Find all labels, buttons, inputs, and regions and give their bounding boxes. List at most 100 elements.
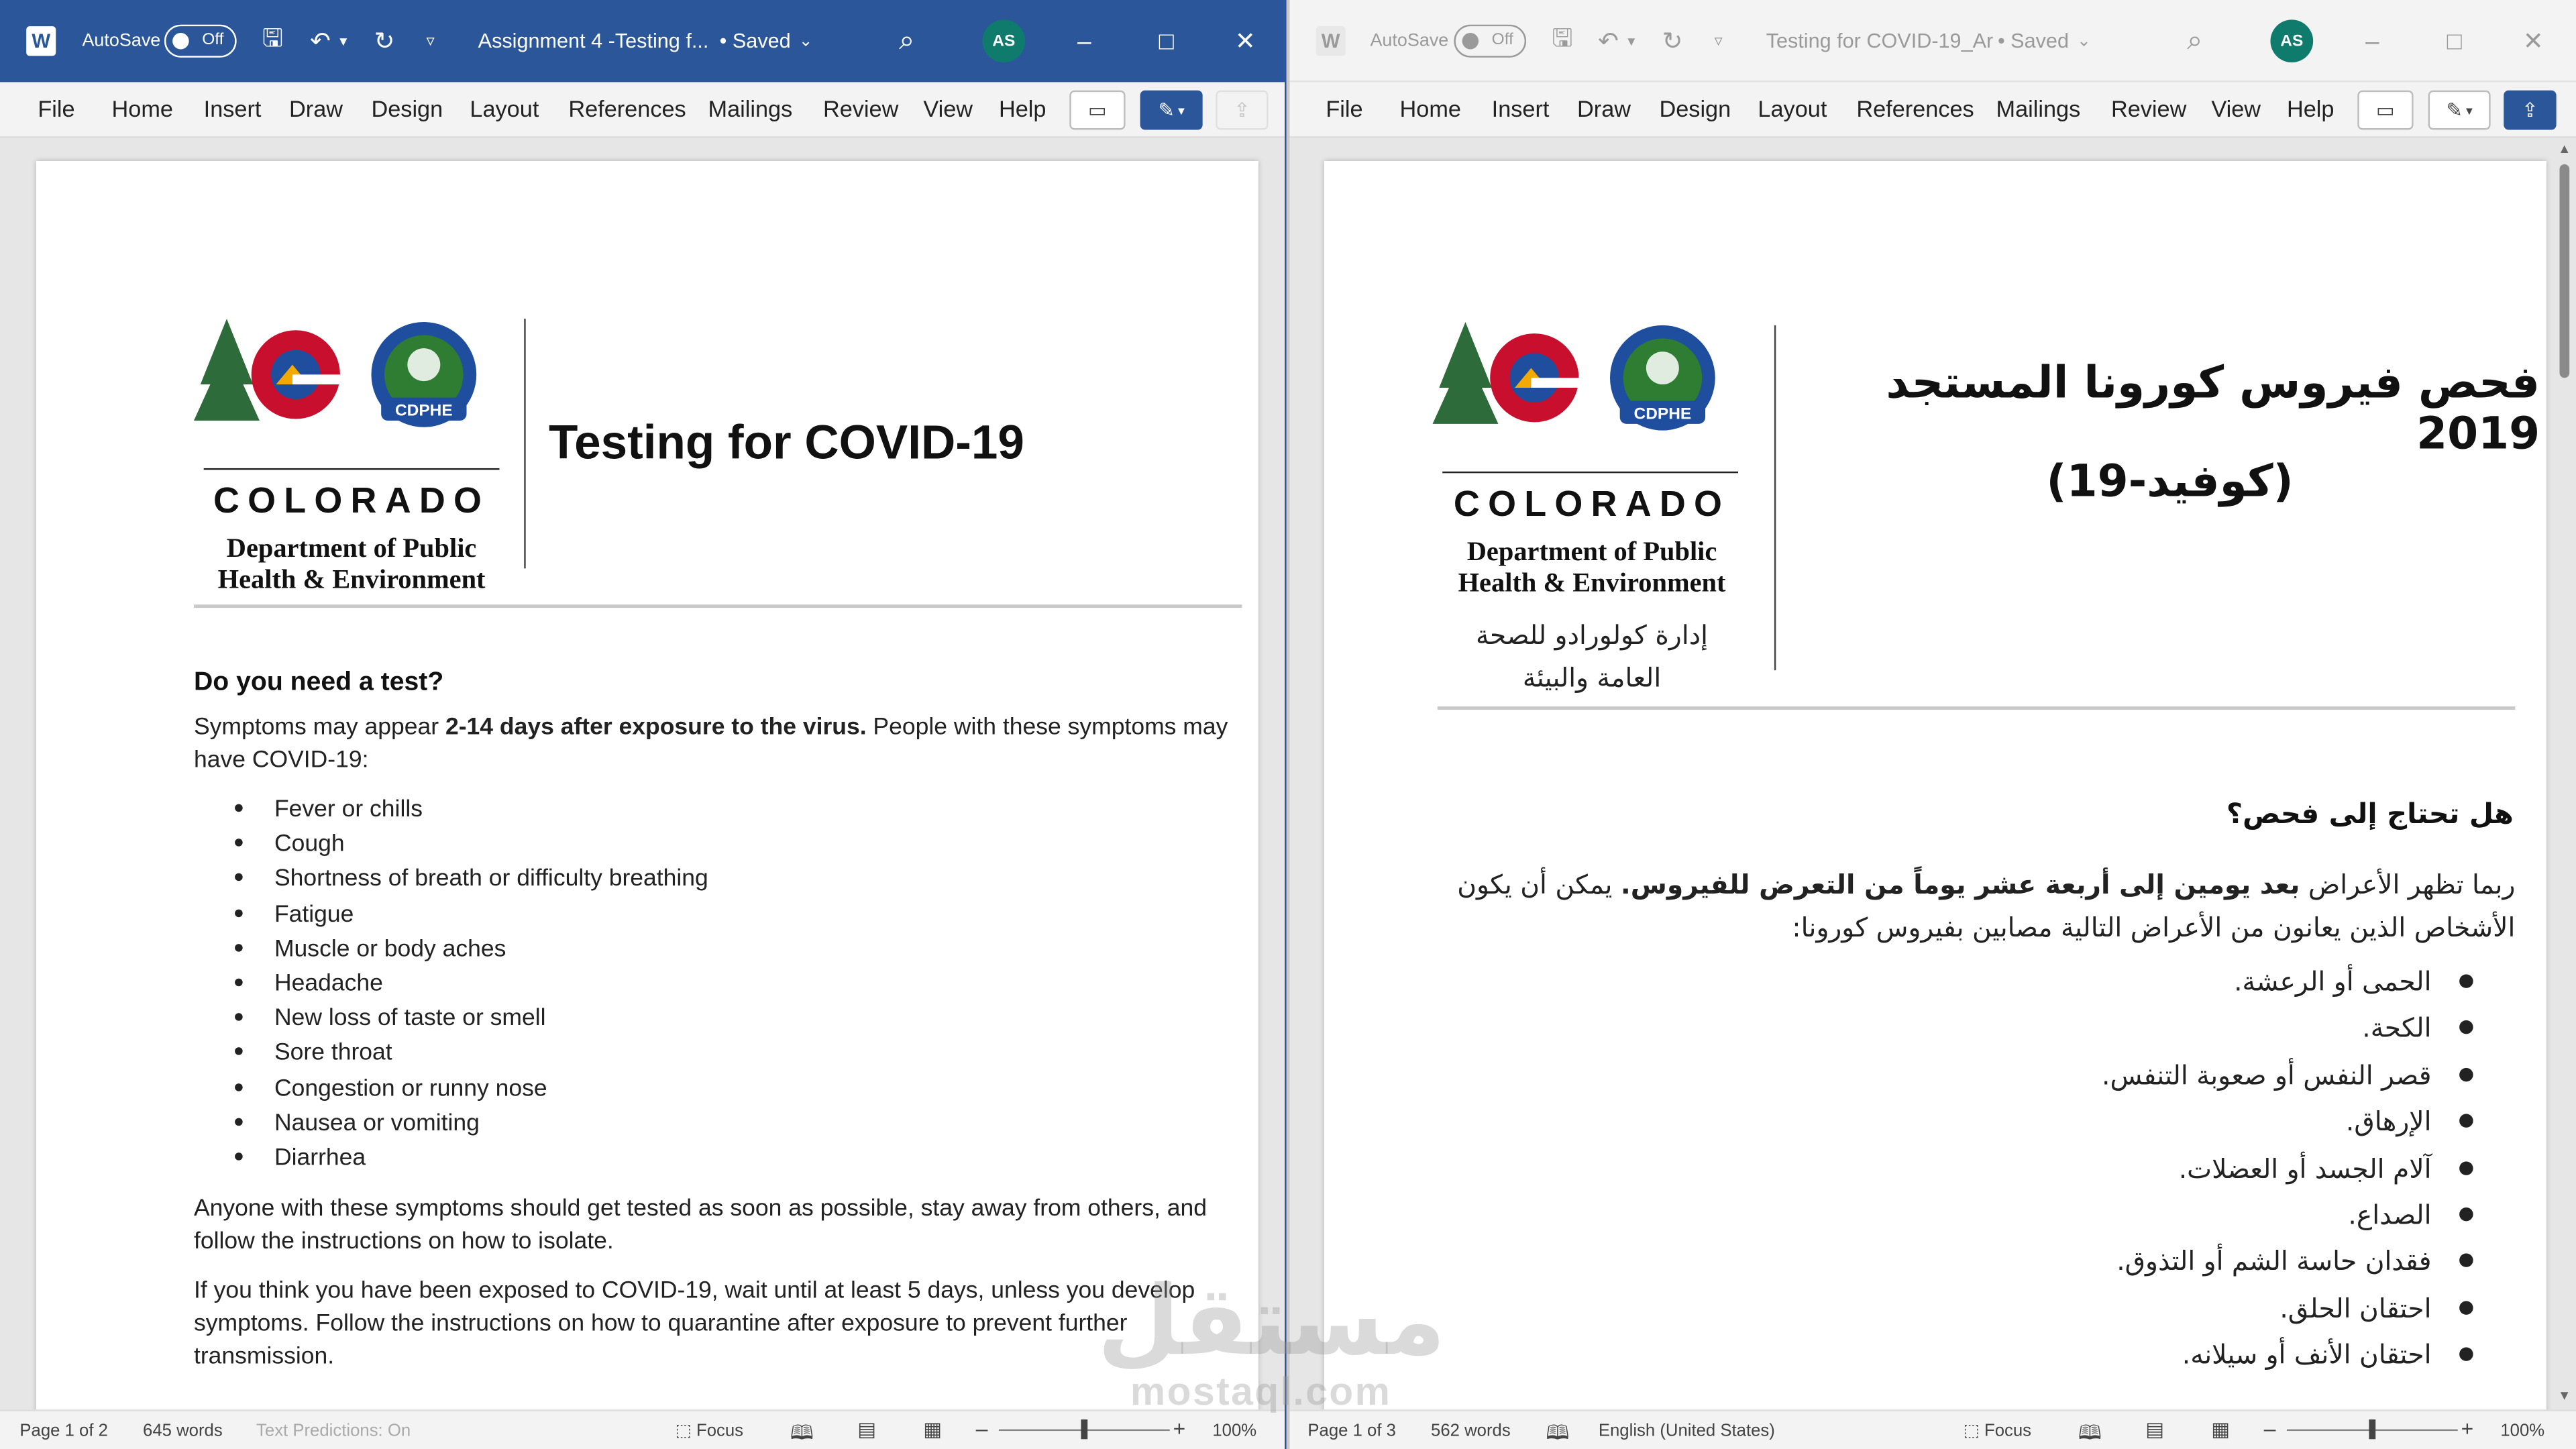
read-mode-icon[interactable]: 🕮 (2078, 1417, 2102, 1449)
dept-line-2: Health & Environment (1458, 566, 1726, 598)
header-divider (1774, 325, 1776, 671)
status-bar: Page 1 of 2 645 words Text Predictions: … (0, 1409, 1285, 1449)
autosave-toggle[interactable]: Off (164, 24, 237, 58)
tab-file[interactable]: File (1326, 95, 1362, 121)
scroll-up-icon[interactable]: ▲ (2558, 142, 2571, 156)
print-layout-icon[interactable]: ▤ (857, 1417, 876, 1440)
share-button[interactable]: ⇪ (1216, 90, 1269, 130)
text-predictions-status[interactable]: Text Predictions: On (256, 1421, 411, 1440)
redo-icon[interactable]: ↻ (1656, 26, 1689, 56)
save-status[interactable]: • Saved (1998, 30, 2069, 52)
tab-review[interactable]: Review (2111, 95, 2186, 121)
tab-references[interactable]: References (1856, 95, 1974, 121)
symptom-list: الحمى أو الرعشة. الكحة. قصر النفس أو صعو… (1817, 966, 2510, 1386)
minimize-icon[interactable]: – (1065, 27, 1104, 55)
zoom-slider-thumb[interactable] (1081, 1419, 1088, 1440)
isolation-paragraph: Anyone with these symptoms should get te… (193, 1195, 1207, 1256)
search-icon[interactable]: ⌕ (2178, 25, 2211, 58)
customize-toolbar-icon[interactable]: ▿ (1702, 32, 1735, 50)
tab-layout[interactable]: Layout (1758, 95, 1827, 121)
zoom-in-icon[interactable]: + (2461, 1416, 2474, 1441)
document-title[interactable]: Testing for COVID-19_Ar (1766, 30, 1994, 52)
maximize-icon[interactable]: □ (1146, 27, 1186, 55)
tab-references[interactable]: References (568, 95, 686, 121)
tab-insert[interactable]: Insert (204, 95, 262, 121)
web-layout-icon[interactable]: ▦ (2211, 1417, 2230, 1440)
autosave-toggle[interactable]: Off (1454, 24, 1527, 58)
document-page[interactable]: CDPHE COLORADO Department of Public Heal… (36, 161, 1258, 1410)
zoom-out-icon[interactable]: – (976, 1416, 988, 1441)
tab-review[interactable]: Review (823, 95, 898, 121)
undo-dropdown-icon[interactable]: ▾ (1623, 32, 1640, 50)
word-count[interactable]: 645 words (143, 1421, 223, 1440)
redo-icon[interactable]: ↻ (368, 26, 401, 56)
undo-icon[interactable]: ↶ (1592, 26, 1625, 56)
tab-mailings[interactable]: Mailings (1996, 95, 2081, 121)
zoom-level[interactable]: 100% (2500, 1421, 2544, 1440)
save-status-chevron-icon[interactable]: ⌄ (2077, 32, 2091, 50)
tab-home[interactable]: Home (1400, 95, 1461, 121)
comments-button[interactable]: ▭ (1069, 90, 1126, 130)
save-status[interactable]: • Saved (720, 30, 791, 52)
share-button[interactable]: ⇪ (2504, 90, 2557, 130)
tab-design[interactable]: Design (371, 95, 443, 121)
pen-icon: ✎ (1158, 98, 1175, 122)
tab-mailings[interactable]: Mailings (708, 95, 793, 121)
tab-layout[interactable]: Layout (470, 95, 539, 121)
page-count[interactable]: Page 1 of 3 (1307, 1421, 1396, 1440)
zoom-level[interactable]: 100% (1212, 1421, 1256, 1440)
document-title[interactable]: Assignment 4 -Testing f... (478, 30, 709, 52)
focus-button[interactable]: ⬚ Focus (676, 1421, 743, 1440)
intro-paragraph: ربما تظهر الأعراض بعد يومين إلى أربعة عش… (1457, 869, 2516, 943)
document-page[interactable]: CDPHE COLORADO Department of Public Heal… (1324, 161, 2546, 1410)
tab-draw[interactable]: Draw (1577, 95, 1631, 121)
header-divider (524, 319, 526, 569)
tab-insert[interactable]: Insert (1492, 95, 1550, 121)
zoom-in-icon[interactable]: + (1173, 1416, 1186, 1441)
zoom-slider-thumb[interactable] (2369, 1419, 2376, 1440)
zoom-out-icon[interactable]: – (2264, 1416, 2276, 1441)
tab-help[interactable]: Help (999, 95, 1046, 121)
print-layout-icon[interactable]: ▤ (2145, 1417, 2164, 1440)
customize-toolbar-icon[interactable]: ▿ (414, 32, 447, 50)
dept-line-1: Department of Public (1466, 535, 1717, 567)
web-layout-icon[interactable]: ▦ (923, 1417, 942, 1440)
close-icon[interactable]: ✕ (2514, 26, 2553, 56)
title-bar: W AutoSave Off 🖫 ↶ ▾ ↻ ▿ Testing for COV… (1289, 0, 2576, 83)
search-icon[interactable]: ⌕ (890, 25, 923, 58)
save-icon[interactable]: 🖫 (256, 21, 289, 62)
editing-mode-button[interactable]: ✎ ▾ (1140, 90, 1203, 130)
undo-icon[interactable]: ↶ (304, 26, 337, 56)
tab-view[interactable]: View (923, 95, 973, 121)
save-status-chevron-icon[interactable]: ⌄ (799, 32, 813, 50)
tab-draw[interactable]: Draw (289, 95, 343, 121)
scroll-down-icon[interactable]: ▼ (2558, 1388, 2571, 1403)
document-canvas[interactable]: CDPHE COLORADO Department of Public Heal… (1289, 138, 2576, 1410)
tab-home[interactable]: Home (112, 95, 173, 121)
colorado-logo-mark-icon: CDPHE (193, 319, 477, 427)
close-icon[interactable]: ✕ (1226, 26, 1265, 56)
document-canvas[interactable]: CDPHE COLORADO Department of Public Heal… (0, 138, 1285, 1410)
language-status[interactable]: English (United States) (1599, 1421, 1775, 1440)
editing-mode-button[interactable]: ✎ ▾ (2428, 90, 2491, 130)
user-avatar[interactable]: AS (2270, 19, 2314, 63)
colorado-wordmark: COLORADO (1453, 483, 1731, 525)
tab-design[interactable]: Design (1659, 95, 1731, 121)
quarantine-paragraph: If you think you have been exposed to CO… (193, 1278, 1195, 1371)
tab-help[interactable]: Help (2287, 95, 2334, 121)
comments-button[interactable]: ▭ (2357, 90, 2414, 130)
word-count[interactable]: 562 words (1431, 1421, 1511, 1440)
tab-file[interactable]: File (38, 95, 74, 121)
vertical-scrollbar[interactable]: ▲ ▼ (2557, 142, 2573, 1403)
scrollbar-thumb[interactable] (2559, 164, 2570, 378)
page-count[interactable]: Page 1 of 2 (19, 1421, 108, 1440)
read-mode-icon[interactable]: 🕮 (790, 1417, 814, 1449)
minimize-icon[interactable]: – (2353, 27, 2392, 55)
maximize-icon[interactable]: □ (2434, 27, 2474, 55)
user-avatar[interactable]: AS (982, 19, 1026, 63)
undo-dropdown-icon[interactable]: ▾ (335, 32, 352, 50)
save-icon[interactable]: 🖫 (1546, 21, 1578, 62)
proofing-icon[interactable]: 🕮 (1546, 1417, 1569, 1449)
focus-button[interactable]: ⬚ Focus (1964, 1421, 2031, 1440)
tab-view[interactable]: View (2211, 95, 2261, 121)
